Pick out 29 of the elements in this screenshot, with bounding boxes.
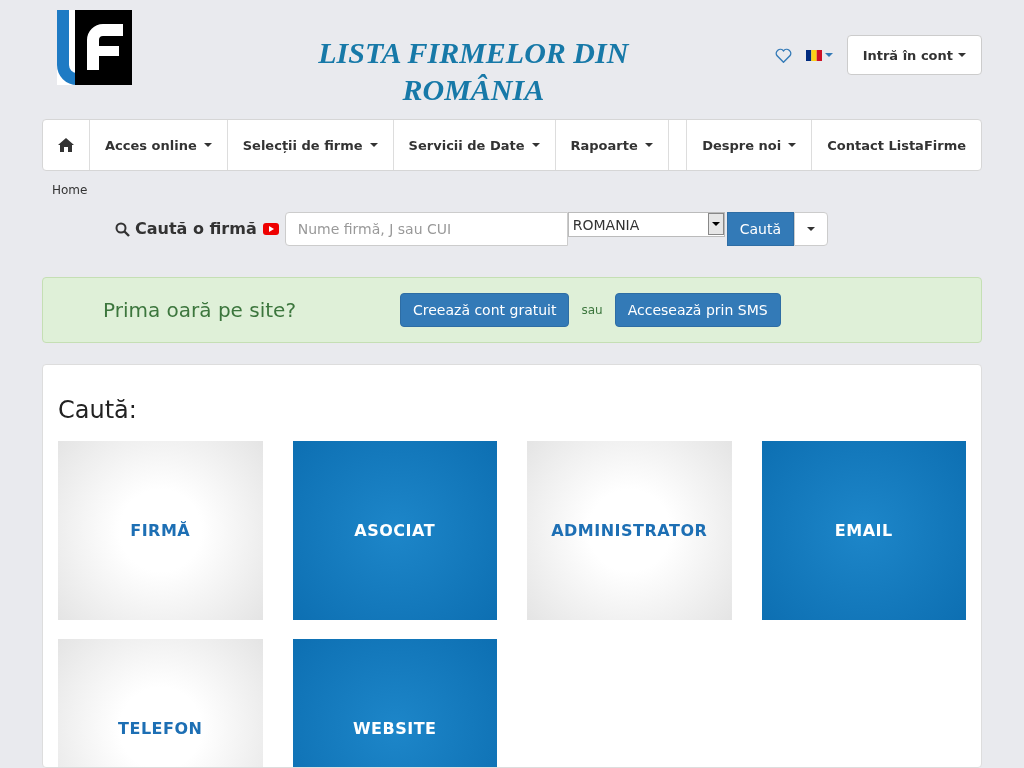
nav-menu-item[interactable]: Servicii de Date xyxy=(393,120,556,170)
flag-icon[interactable] xyxy=(805,49,833,61)
breadcrumb-link[interactable]: Home xyxy=(42,171,982,197)
signup-button[interactable]: Creează cont gratuit xyxy=(400,293,570,327)
search-tile[interactable]: EMAIL xyxy=(761,441,966,620)
logo-icon[interactable] xyxy=(57,10,132,85)
login-button[interactable]: Intră în cont xyxy=(846,35,982,75)
video-icon[interactable] xyxy=(262,223,279,235)
separator-text: sau xyxy=(581,303,603,317)
nav-menu-item[interactable]: Acces online xyxy=(90,120,228,170)
search-tile[interactable]: ASOCIAT xyxy=(292,441,497,620)
nav-menu-item[interactable]: Rapoarte xyxy=(555,120,669,170)
heart-icon[interactable] xyxy=(774,47,792,63)
search-icon xyxy=(115,222,130,237)
nav-menu-item[interactable]: Despre noi xyxy=(686,120,813,170)
sms-button[interactable]: Accesează prin SMS xyxy=(614,293,781,327)
search-tile[interactable]: TELEFON xyxy=(58,639,263,767)
search-button[interactable]: Caută xyxy=(726,212,795,246)
site-title: LISTA FIRMELOR DIN ROMÂNIA xyxy=(317,35,631,108)
nav-menu-item[interactable]: Selecții de firme xyxy=(227,120,394,170)
search-tile[interactable]: ADMINISTRATOR xyxy=(527,441,732,620)
country-select[interactable]: ROMANIA xyxy=(567,212,725,237)
alert-text: Prima oară pe site? xyxy=(103,298,296,322)
search-tile[interactable]: WEBSITE xyxy=(292,639,497,767)
panel-heading: Caută: xyxy=(58,396,138,424)
search-field[interactable]: Nume firmă, J sau CUI xyxy=(284,212,568,246)
search-tile[interactable]: FIRMĂ xyxy=(58,441,263,620)
nav-menu-item[interactable]: Contact ListaFirme xyxy=(812,120,981,170)
search-label: Caută o firmă xyxy=(135,219,257,238)
